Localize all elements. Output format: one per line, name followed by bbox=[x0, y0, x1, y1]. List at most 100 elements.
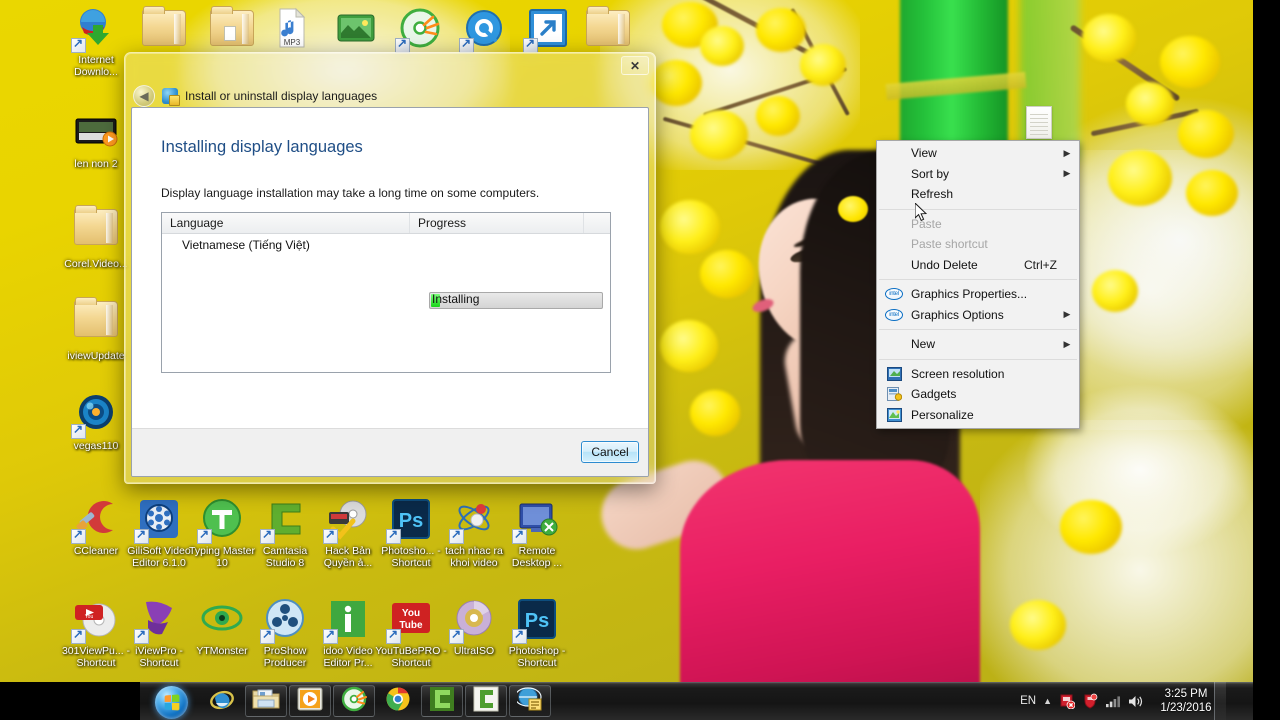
menu-item-label: Paste shortcut bbox=[911, 237, 988, 252]
menu-item-gadgets[interactable]: Gadgets bbox=[877, 384, 1079, 405]
taskbar-clock[interactable]: 3:25 PM 1/23/2016 bbox=[1152, 687, 1220, 715]
menu-item-graphics-properties[interactable]: intel Graphics Properties... bbox=[877, 284, 1079, 305]
purple-icon bbox=[134, 596, 183, 644]
install-display-languages-window[interactable]: ✕ ◀ Install or uninstall display languag… bbox=[124, 52, 656, 484]
svg-text:MP3: MP3 bbox=[284, 38, 301, 47]
menu-item-refresh[interactable]: Refresh bbox=[877, 184, 1079, 205]
wallpaper-blossom bbox=[690, 390, 740, 436]
desktop-icon-remote-desktop[interactable]: Remote Desktop ... bbox=[499, 495, 575, 569]
mp3-icon: MP3 bbox=[268, 5, 316, 53]
desktop-icon-photoshop-shortcut-2[interactable]: Ps Photoshop - Shortcut bbox=[499, 595, 575, 669]
wallpaper-blossom bbox=[756, 8, 806, 52]
chevron-up-icon[interactable]: ▲ bbox=[1043, 696, 1052, 706]
cancel-button[interactable]: Cancel bbox=[581, 441, 639, 463]
atom-icon bbox=[449, 496, 498, 544]
desktop-icon-iview-update[interactable]: iviewUpdate bbox=[58, 295, 134, 363]
menu-item-label: Paste bbox=[911, 216, 942, 231]
menu-icon-none bbox=[877, 235, 911, 253]
menu-item-screen-resolution[interactable]: Screen resolution bbox=[877, 364, 1079, 385]
close-icon[interactable]: ✕ bbox=[621, 56, 649, 75]
taskbar-buttons bbox=[200, 684, 552, 718]
taskbar-button-camtasia-window-2[interactable] bbox=[465, 685, 507, 717]
disc-burn-icon bbox=[341, 686, 367, 717]
desktop-icon-vegas110[interactable]: vegas110 bbox=[58, 390, 134, 453]
iso-icon bbox=[449, 596, 498, 644]
taskbar-button-windows-media-player[interactable] bbox=[289, 685, 331, 717]
window-titlebar[interactable]: ✕ ◀ Install or uninstall display languag… bbox=[125, 53, 655, 107]
system-tray[interactable]: EN ▲ 3:25 PM 1/23/2016 bbox=[1020, 682, 1226, 720]
arrowbox-icon bbox=[523, 5, 572, 53]
gilisoft-icon bbox=[134, 496, 183, 544]
menu-item-label: View bbox=[911, 146, 937, 161]
shortcut-arrow-icon bbox=[134, 627, 149, 644]
ps-icon: Ps bbox=[386, 496, 435, 544]
page-title: Installing display languages bbox=[161, 138, 363, 156]
shortcut-arrow-icon bbox=[459, 36, 474, 53]
desktop-note-icon[interactable] bbox=[1026, 106, 1052, 139]
back-arrow-icon[interactable]: ◀ bbox=[133, 85, 155, 107]
wallpaper-blossom bbox=[660, 320, 718, 372]
taskbar[interactable]: EN ▲ 3:25 PM 1/23/2016 bbox=[0, 682, 1253, 720]
taskbar-button-camtasia-window-1[interactable] bbox=[421, 685, 463, 717]
shortcut-arrow-icon bbox=[323, 627, 338, 644]
taskbar-button-nero-burning[interactable] bbox=[333, 685, 375, 717]
wallpaper-blossom bbox=[800, 44, 846, 86]
ytbox-icon: You Tube bbox=[386, 596, 435, 644]
taskbar-button-install-languages-window[interactable] bbox=[509, 685, 551, 717]
language-indicator[interactable]: EN bbox=[1020, 695, 1036, 707]
wallpaper-blossom bbox=[690, 110, 748, 160]
wallpaper-blossom bbox=[1082, 14, 1136, 62]
chevron-right-icon: ▶ bbox=[1063, 147, 1071, 158]
shortcut-arrow-icon bbox=[71, 627, 86, 644]
desktop-icon-internet-download-manager[interactable]: Internet Downlo... bbox=[58, 4, 134, 78]
svg-text:Ps: Ps bbox=[399, 510, 423, 532]
folder-icon bbox=[584, 6, 632, 58]
network-icon[interactable] bbox=[1105, 694, 1121, 708]
ps-icon: Ps bbox=[512, 596, 561, 644]
display-language-icon bbox=[162, 88, 180, 106]
idm-icon bbox=[71, 5, 120, 53]
yt-disc-icon: You bbox=[71, 596, 120, 644]
table-row[interactable]: Vietnamese (Tiếng Việt) bbox=[162, 234, 610, 256]
chrome-icon bbox=[385, 686, 411, 717]
menu-item-label: Personalize bbox=[911, 407, 974, 422]
wallpaper-blossom bbox=[1160, 36, 1220, 88]
column-header-progress[interactable]: Progress bbox=[410, 213, 584, 233]
start-button[interactable] bbox=[144, 684, 198, 720]
desktop-icon-corel-video[interactable]: Corel.Video... bbox=[58, 203, 134, 271]
menu-item-view[interactable]: View ▶ bbox=[877, 143, 1079, 164]
desktop-icon-len-non-2[interactable]: len non 2 bbox=[58, 108, 134, 171]
taskbar-button-internet-explorer[interactable] bbox=[201, 685, 243, 717]
menu-separator bbox=[879, 358, 1077, 360]
menu-separator bbox=[879, 208, 1077, 210]
folder-icon bbox=[72, 205, 120, 257]
antivirus-alert-icon[interactable] bbox=[1059, 693, 1075, 709]
chevron-right-icon: ▶ bbox=[1063, 168, 1071, 179]
column-header-language[interactable]: Language bbox=[162, 213, 410, 233]
menu-item-paste: Paste bbox=[877, 214, 1079, 235]
volume-icon[interactable] bbox=[1128, 694, 1145, 709]
screen-resolution-icon bbox=[877, 365, 911, 383]
chevron-right-icon: ▶ bbox=[1063, 309, 1071, 320]
svg-text:Tube: Tube bbox=[399, 620, 423, 631]
shortcut-arrow-icon bbox=[71, 422, 86, 439]
camtasia-icon bbox=[429, 686, 455, 717]
menu-item-sort-by[interactable]: Sort by ▶ bbox=[877, 164, 1079, 185]
menu-item-graphics-options[interactable]: intel Graphics Options ▶ bbox=[877, 305, 1079, 326]
wallpaper-blossom bbox=[660, 200, 720, 254]
show-desktop-button[interactable] bbox=[1214, 682, 1226, 720]
vegas-icon bbox=[71, 391, 120, 439]
menu-item-undo-delete[interactable]: Undo Delete Ctrl+Z bbox=[877, 255, 1079, 276]
media-player-icon bbox=[297, 686, 323, 717]
progress-bar: Installing bbox=[429, 292, 603, 309]
taskbar-button-windows-explorer[interactable] bbox=[245, 685, 287, 717]
windows-logo-icon bbox=[154, 685, 188, 719]
desktop-context-menu[interactable]: View ▶ Sort by ▶ Refresh Paste Paste shortcut U… bbox=[876, 140, 1080, 429]
menu-item-personalize[interactable]: Personalize bbox=[877, 405, 1079, 426]
menu-icon-none bbox=[877, 144, 911, 162]
taskbar-button-google-chrome[interactable] bbox=[377, 685, 419, 717]
menu-item-new[interactable]: New ▶ bbox=[877, 334, 1079, 355]
intel-icon: intel bbox=[877, 306, 911, 324]
shield-alert-icon[interactable] bbox=[1082, 693, 1098, 709]
remote-icon bbox=[512, 496, 561, 544]
